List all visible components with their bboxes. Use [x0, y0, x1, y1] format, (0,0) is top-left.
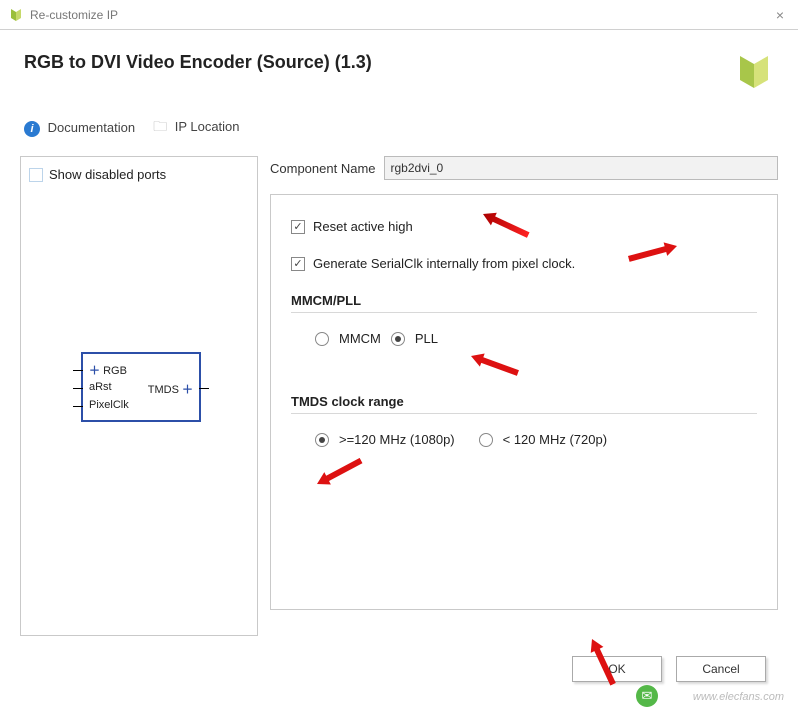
ip-block-diagram: ＋ RGB aRst PixelClk TMDS ＋	[81, 352, 201, 422]
titlebar: Re-customize IP ×	[0, 0, 798, 30]
generate-serialclk-checkbox[interactable]: ✓ Generate SerialClk internally from pix…	[291, 256, 757, 271]
divider	[291, 312, 757, 313]
vendor-logo-icon	[734, 52, 774, 92]
checkbox-icon: ✓	[291, 220, 305, 234]
documentation-link[interactable]: i Documentation	[24, 120, 135, 137]
wechat-icon: ✉	[636, 685, 658, 707]
wechat-watermark: ✉	[636, 685, 658, 707]
show-disabled-ports-checkbox[interactable]: Show disabled ports	[29, 167, 249, 182]
mmcm-pll-section-label: MMCM/PLL	[291, 293, 757, 308]
checkbox-icon	[29, 168, 43, 182]
port-tmds: TMDS ＋	[148, 381, 193, 397]
close-icon[interactable]: ×	[770, 7, 790, 23]
port-pixelclk: PixelClk	[89, 399, 129, 411]
left-panel: Show disabled ports ＋ RGB aRst PixelClk …	[20, 156, 258, 636]
footer: OK Cancel	[0, 644, 798, 682]
tmds-120plus-radio[interactable]	[315, 433, 329, 447]
content: Show disabled ports ＋ RGB aRst PixelClk …	[0, 156, 798, 644]
watermark-text: www.elecfans.com	[693, 691, 784, 703]
component-name-row: Component Name	[270, 156, 778, 180]
divider	[291, 413, 757, 414]
component-name-label: Component Name	[270, 161, 376, 176]
component-name-input[interactable]	[384, 156, 779, 180]
page-title: RGB to DVI Video Encoder (Source) (1.3)	[24, 52, 372, 73]
tmds-120minus-radio[interactable]	[479, 433, 493, 447]
cancel-button[interactable]: Cancel	[676, 656, 766, 682]
checkbox-icon: ✓	[291, 257, 305, 271]
annotation-arrow-icon	[313, 453, 366, 492]
info-icon: i	[24, 121, 40, 137]
folder-icon: 🗀	[153, 118, 167, 134]
window-title: Re-customize IP	[30, 8, 770, 22]
subnav: i Documentation 🗀 IP Location	[0, 98, 798, 156]
mmcm-radio[interactable]	[315, 332, 329, 346]
port-arst: aRst	[89, 381, 112, 393]
port-rgb: ＋ RGB	[89, 362, 127, 378]
annotation-arrow-icon	[479, 206, 532, 243]
right-area: Component Name ✓ Reset active high ✓ Gen…	[270, 156, 778, 636]
ip-location-link[interactable]: 🗀 IP Location	[153, 116, 239, 140]
header: RGB to DVI Video Encoder (Source) (1.3)	[0, 30, 798, 98]
mmcm-pll-radio-group: MMCM PLL	[291, 331, 757, 346]
tmds-clock-range-section-label: TMDS clock range	[291, 394, 757, 409]
tmds-clock-range-radio-group: >=120 MHz (1080p) < 120 MHz (720p)	[291, 432, 757, 447]
pll-radio[interactable]	[391, 332, 405, 346]
app-logo-icon	[8, 7, 24, 23]
options-panel: ✓ Reset active high ✓ Generate SerialClk…	[270, 194, 778, 610]
